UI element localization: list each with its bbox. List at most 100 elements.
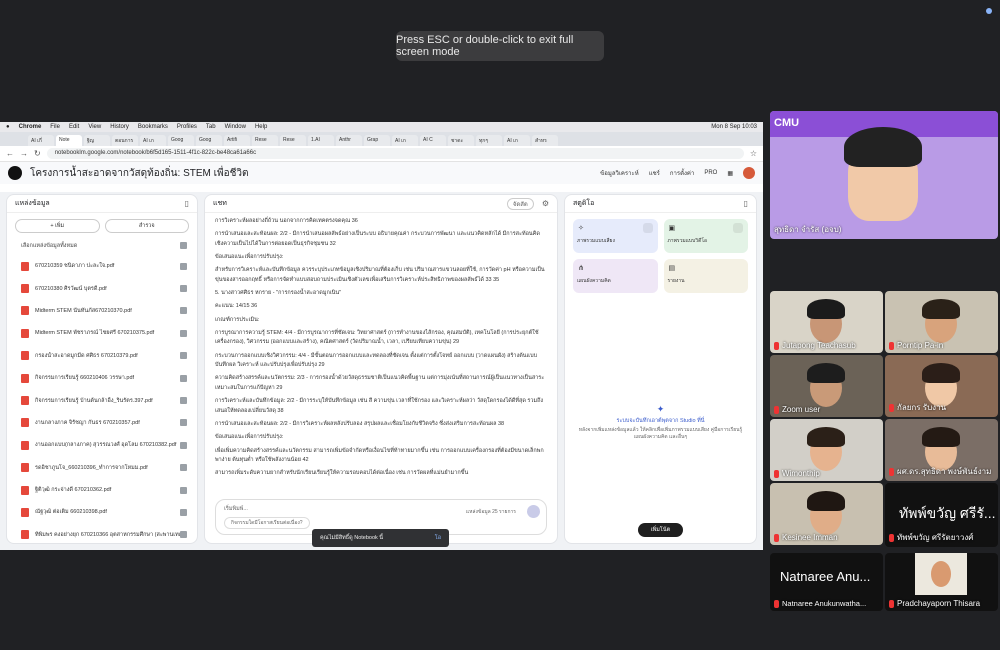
notebook-title[interactable]: โครงการน้ำสะอาดจากวัสดุท้องถิ่น: STEM เพ…	[30, 166, 249, 181]
save-note-button[interactable]: จัดสัด	[506, 197, 534, 210]
browser-tab[interactable]: Anthr	[336, 135, 362, 146]
source-item[interactable]: ณัฐวุฒิ ต่อเติม 660210398.pdf	[7, 501, 197, 523]
browser-tab[interactable]: AI เกี่	[28, 135, 54, 146]
video-tile[interactable]: Porntip Pa-in	[885, 291, 998, 353]
add-note-button[interactable]: เพิ่มโน้ต	[638, 523, 683, 537]
source-checkbox[interactable]	[180, 374, 187, 382]
participant-hair	[922, 363, 960, 383]
video-tile[interactable]: Kesinee Imman	[770, 483, 883, 545]
menu-profiles[interactable]: Profiles	[177, 124, 197, 130]
chat-input[interactable]: เริ่มพิมพ์...	[224, 506, 248, 512]
browser-tab[interactable]: AI เก	[392, 135, 418, 146]
source-checkbox[interactable]	[180, 486, 187, 494]
browser-tab[interactable]: 1.AI	[308, 135, 334, 146]
browser-tab[interactable]: ฐิญ	[84, 135, 110, 146]
browser-tab[interactable]: ทุกๆ	[476, 135, 502, 146]
menu-edit[interactable]: Edit	[69, 124, 79, 130]
browser-tab[interactable]: Goog	[196, 135, 222, 146]
video-overview-card[interactable]: ▣ ภาพรวมแบบวิดีโอ	[663, 219, 748, 253]
report-card[interactable]: ▤ รายงาน	[663, 259, 748, 293]
video-tile-natnaree[interactable]: Natnaree Anu... Natnaree Anukunwatha...	[770, 553, 883, 611]
video-tile[interactable]: กัลยกร รับงาน	[885, 355, 998, 417]
browser-tab[interactable]: AI เก	[504, 135, 530, 146]
menu-file[interactable]: File	[50, 124, 60, 130]
video-tile[interactable]: Zoom user	[770, 355, 883, 417]
video-tile[interactable]: Wimonthip	[770, 419, 883, 481]
source-checkbox[interactable]	[180, 262, 187, 270]
source-item[interactable]: กิจกรรมการเรียนรู้ บ้านต้นกล้าอิ้ง_รินรั…	[7, 389, 197, 411]
source-item[interactable]: รดอิชาภูนโจ_660210396_ทำการจากโหมม.pdf	[7, 457, 197, 479]
settings-button[interactable]: การตั้งค่า	[670, 168, 694, 178]
browser-tab[interactable]: Note	[56, 135, 82, 146]
source-title: รดอิชาภูนโจ_660210396_ทำการจากโหมม.pdf	[35, 464, 148, 471]
share-button[interactable]: แชร์	[649, 168, 660, 178]
mind-map-card[interactable]: ⋔ แผนผังความคิด	[573, 259, 658, 293]
toast-ok-button[interactable]: โอ	[435, 534, 441, 542]
browser-tab[interactable]: ชาดะ	[448, 135, 474, 146]
browser-tab[interactable]: AI C	[420, 135, 446, 146]
browser-tab[interactable]: ตอนการ	[112, 135, 138, 146]
browser-tab[interactable]: Artifi	[224, 135, 250, 146]
source-item[interactable]: 670210380 ศิรวัฒน์ บุตรดี.pdf	[7, 277, 197, 299]
source-item[interactable]: กิจกรรมการเรียนรู้ 660210406 วรรษา.pdf	[7, 367, 197, 389]
suggestion-chip[interactable]: กิจกรรมใดมีโอกาสเรียนต่อเนื่อง?	[224, 517, 310, 529]
analytics-button[interactable]: ข้อมูลวิเคราะห์	[600, 168, 639, 178]
source-checkbox[interactable]	[180, 329, 187, 337]
menu-view[interactable]: View	[88, 124, 101, 130]
edit-icon[interactable]	[642, 223, 653, 233]
menu-tab[interactable]: Tab	[206, 124, 216, 130]
source-item[interactable]: 670210359 ชนิดาภา ปะละใจ.pdf	[7, 255, 197, 277]
apps-grid-icon[interactable]: ▦	[727, 170, 733, 177]
video-tile-big-name[interactable]: ทัพพ์ขวัญ ศรีรั... ทัพพ์ขวัญ ศรีรัตยาวงศ…	[885, 483, 998, 547]
notebooklm-logo[interactable]	[8, 166, 22, 180]
source-checkbox[interactable]	[180, 285, 187, 293]
source-checkbox[interactable]	[180, 508, 187, 516]
source-checkbox[interactable]	[180, 352, 187, 360]
reload-icon[interactable]: ↻	[34, 149, 41, 158]
menu-history[interactable]: History	[110, 124, 129, 130]
forward-icon[interactable]: →	[20, 149, 28, 158]
browser-tab[interactable]: สำหร	[532, 135, 558, 146]
explore-button[interactable]: สำรวจ	[104, 219, 189, 233]
source-checkbox[interactable]	[180, 531, 187, 539]
source-checkbox[interactable]	[180, 441, 187, 449]
audio-overview-card[interactable]: ✧ ภาพรวมแบบเสียง	[573, 219, 658, 253]
browser-tab[interactable]: Goog	[168, 135, 194, 146]
browser-tab[interactable]: Rese	[252, 135, 278, 146]
source-item[interactable]: Midterm STEM นันทันภัส670210370.pdf	[7, 300, 197, 322]
mic-muted-icon	[774, 599, 779, 608]
source-checkbox[interactable]	[180, 464, 187, 472]
collapse-studio-icon[interactable]: ▯	[744, 199, 748, 208]
url-input[interactable]: notebooklm.google.com/notebook/b6f5d165-…	[46, 148, 744, 159]
source-item[interactable]: ทิพิมพร คงอย่างยุก 670210366 อุตสาหกรรมศ…	[7, 524, 197, 543]
source-item[interactable]: กรองน้ำสะอาดมูกมีด ศศิธร 670210379.pdf	[7, 345, 197, 367]
source-item[interactable]: งานออกแบบ(กลางภาค) สุวรรณวงศ์ อุดโลม 670…	[7, 434, 197, 456]
source-checkbox[interactable]	[180, 397, 187, 405]
source-item[interactable]: งานกลางภาค จิรัชญา กันธร 670210357.pdf	[7, 412, 197, 434]
avatar[interactable]	[743, 167, 755, 179]
add-source-button[interactable]: + เพิ่ม	[15, 219, 100, 233]
source-item[interactable]: Midterm STEM พัชราภรณ์ ไชยศรี 670210375.…	[7, 322, 197, 344]
send-icon[interactable]	[527, 505, 540, 518]
star-icon[interactable]: ☆	[750, 149, 757, 158]
browser-tab[interactable]: AI เก	[140, 135, 166, 146]
tune-icon[interactable]: ⚙	[542, 199, 549, 208]
video-tile-pradchayaporn[interactable]: Pradchayaporn Thisara	[885, 553, 998, 611]
video-tile-speaker[interactable]: CMU สุทธิดา จำรัส (อจบ)	[770, 111, 998, 239]
select-all-checkbox[interactable]	[180, 242, 187, 249]
menu-help[interactable]: Help	[255, 124, 267, 130]
browser-tab[interactable]: Grap	[364, 135, 390, 146]
video-tile[interactable]: Jutapong Teachasub	[770, 291, 883, 353]
menu-window[interactable]: Window	[225, 124, 246, 130]
source-checkbox[interactable]	[180, 419, 187, 427]
apple-icon[interactable]: ●	[6, 124, 10, 130]
edit-icon[interactable]	[733, 223, 743, 233]
back-icon[interactable]: ←	[6, 149, 14, 158]
source-item[interactable]: ฐิติวุฒิ กระจ่างดี 670210362.pdf	[7, 479, 197, 501]
video-tile[interactable]: ผศ.ดร.สุทธิดา พงษ์พันธ์งาม	[885, 419, 998, 481]
collapse-panel-icon[interactable]: ▯	[185, 199, 189, 208]
source-checkbox[interactable]	[180, 307, 187, 315]
browser-tab[interactable]: Rese	[280, 135, 306, 146]
menu-bookmarks[interactable]: Bookmarks	[138, 124, 168, 130]
app-menu[interactable]: Chrome	[19, 124, 42, 130]
